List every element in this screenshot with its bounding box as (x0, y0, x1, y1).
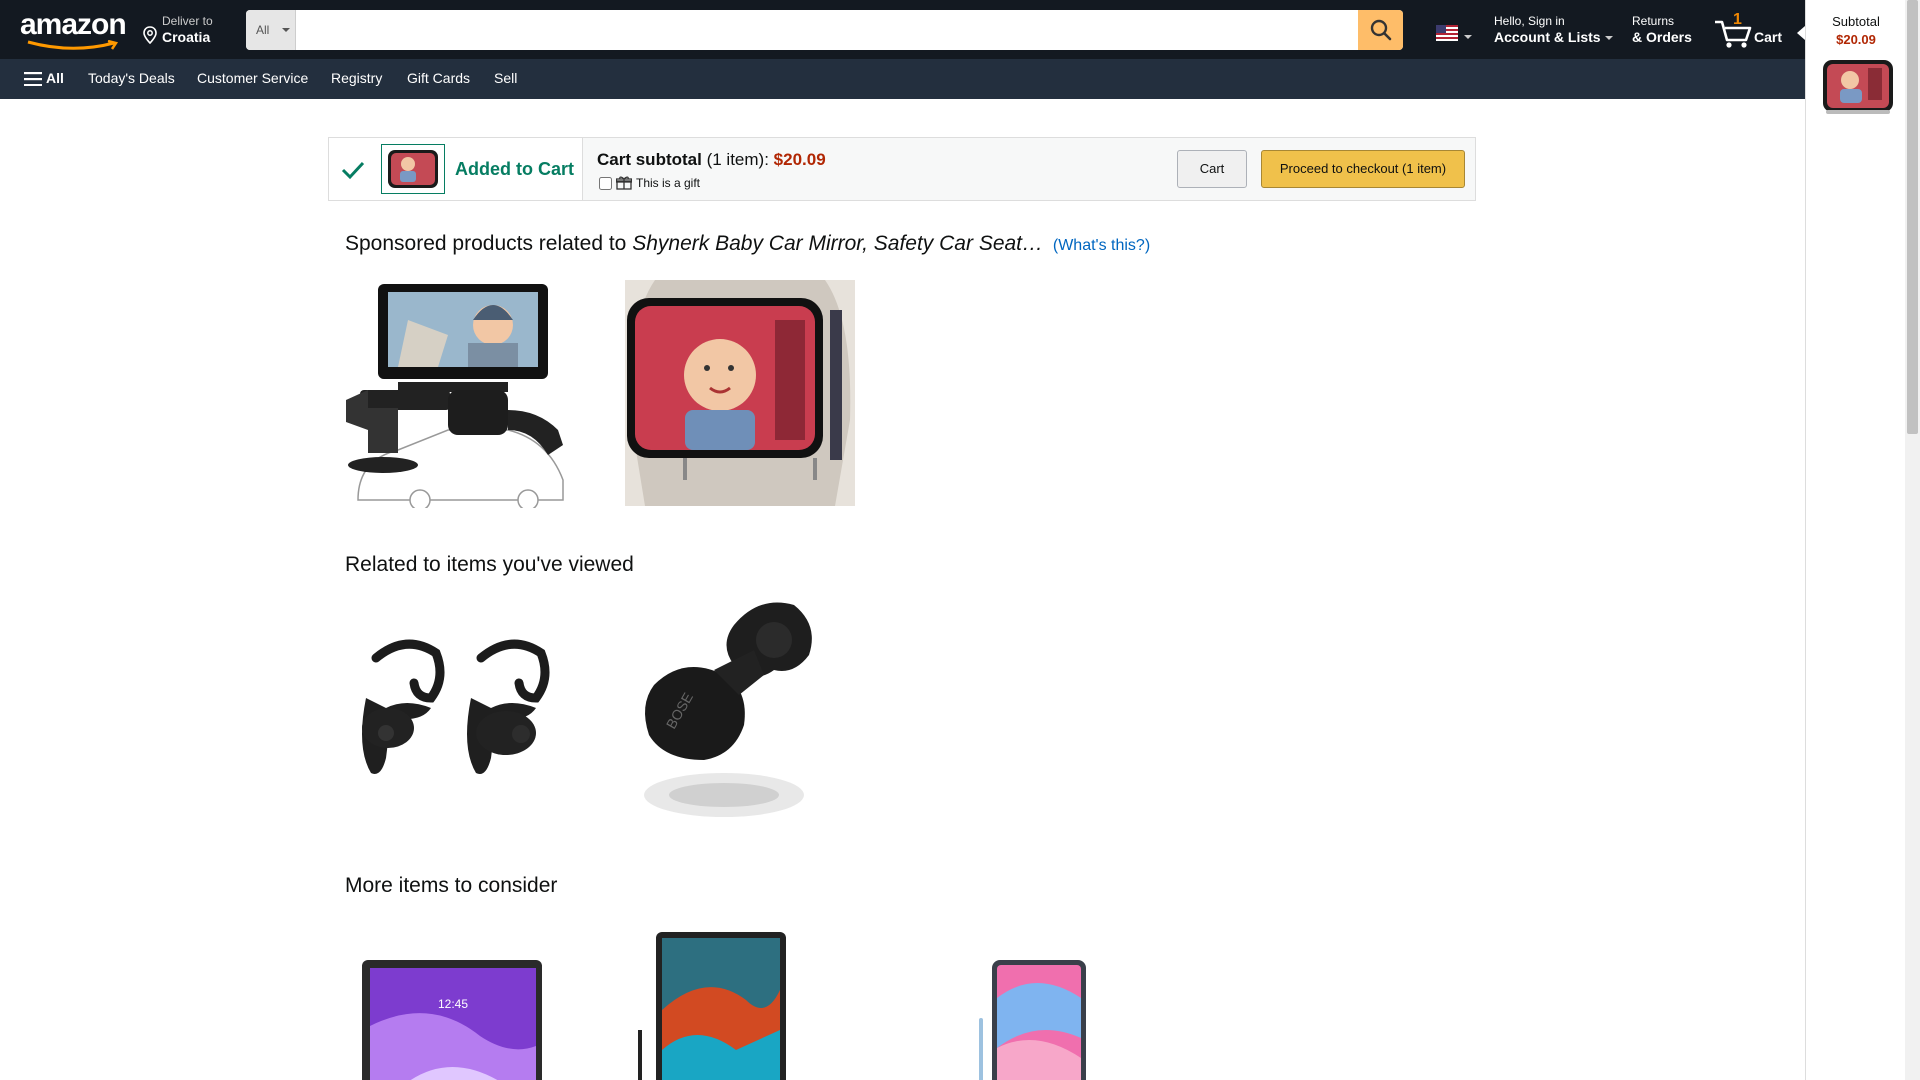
added-confirmation: Added to Cart (329, 138, 583, 200)
search-category-label: All (256, 23, 270, 37)
galaxy-tab-s7-fe-product-image[interactable]: 12:45 (360, 956, 546, 1080)
sponsored-heading: Sponsored products related to Shynerk Ba… (345, 232, 1150, 256)
galaxy-tab-s6-lite-product-image[interactable] (976, 958, 1088, 1080)
location-pin-icon (143, 26, 157, 44)
cart-label: Cart (1754, 29, 1783, 45)
more-items-heading: More items to consider (345, 874, 558, 897)
sponsored-product-name: Shynerk Baby Car Mirror, Safety Car Seat… (632, 232, 1044, 255)
nav-customer-service[interactable]: Customer Service (197, 70, 308, 86)
account-lists-row: Account & Lists (1494, 29, 1613, 45)
backseat-baby-mirror-product-image[interactable] (625, 280, 855, 506)
us-flag-icon[interactable] (1436, 25, 1458, 41)
nav-todays-deals[interactable]: Today's Deals (88, 70, 175, 86)
related-heading: Related to items you've viewed (345, 553, 634, 576)
search-button[interactable] (1358, 10, 1403, 50)
gift-icon (616, 176, 632, 190)
search-bar: All (246, 10, 1403, 50)
smile-arrow-icon (27, 40, 119, 50)
cart-side-panel: Subtotal $20.09 (1805, 0, 1906, 1080)
orders-label: & Orders (1632, 29, 1692, 45)
added-item-thumbnail[interactable] (381, 144, 445, 194)
caret-down-icon (1604, 36, 1613, 41)
search-input[interactable] (297, 10, 1347, 50)
search-icon (1370, 19, 1391, 41)
flyout-pointer (1797, 26, 1805, 40)
deliver-country: Croatia (162, 29, 211, 45)
caret-down-icon (282, 28, 290, 32)
sponsored-prefix: Sponsored products related to (345, 232, 627, 255)
cart-subtotal-label: Cart subtotal (597, 150, 702, 169)
cart-subtotal-price: $20.09 (773, 150, 826, 169)
account-greeting: Hello, Sign in (1494, 14, 1565, 28)
cart-count: 1 (1733, 11, 1742, 28)
cart-link[interactable]: 1 Cart (1712, 11, 1783, 48)
returns-label: Returns (1632, 14, 1675, 28)
added-to-cart-bar: Added to Cart Cart subtotal (1 item): $2… (328, 137, 1476, 201)
account-lists-label: Account & Lists (1494, 29, 1601, 45)
added-to-cart-text: Added to Cart (455, 159, 574, 179)
all-menu-button[interactable]: All (46, 70, 64, 86)
search-category-select[interactable]: All (246, 10, 296, 50)
galaxy-tab-s7-product-image[interactable] (636, 930, 788, 1080)
nav-gift-cards[interactable]: Gift Cards (407, 70, 470, 86)
page-scrollbar[interactable] (1905, 0, 1920, 1080)
whats-this-link[interactable]: (What's this?) (1053, 237, 1150, 254)
cart-button[interactable]: Cart (1177, 150, 1247, 188)
proceed-to-checkout-button[interactable]: Proceed to checkout (1 item) (1261, 150, 1465, 188)
checkmark-icon (341, 161, 365, 180)
logo-text: amazon (20, 8, 127, 41)
gift-label: This is a gift (636, 176, 701, 190)
tablet-clock: 12:45 (438, 997, 468, 1011)
gift-option: This is a gift (599, 176, 700, 190)
nav-sell[interactable]: Sell (494, 70, 517, 86)
side-cart-item-image[interactable] (1820, 56, 1896, 118)
powerbeats-earbuds-product-image[interactable] (346, 638, 556, 778)
side-subtotal-label: Subtotal (1832, 14, 1880, 29)
car-mirror-thumbnail-image (388, 150, 438, 188)
top-nav: amazon Deliver to Croatia All Hello, Sig… (0, 0, 1805, 59)
scrollbar-thumb[interactable] (1907, 0, 1918, 434)
bose-sport-earbuds-product-image[interactable]: BOSE (624, 595, 824, 829)
sub-nav: All Today's Deals Customer Service Regis… (0, 59, 1805, 99)
nav-registry[interactable]: Registry (331, 70, 382, 86)
side-subtotal-value: $20.09 (1836, 32, 1876, 47)
cart-subtotal-line: Cart subtotal (1 item): $20.09 (597, 150, 826, 170)
cart-items-count: (1 item): (706, 150, 769, 169)
monitor-car-mirror-product-image[interactable] (338, 280, 570, 508)
account-lists-menu[interactable]: Hello, Sign in Account & Lists (1494, 14, 1613, 45)
gift-checkbox[interactable] (599, 176, 612, 190)
amazon-logo[interactable]: amazon (20, 8, 127, 50)
returns-orders-link[interactable]: Returns & Orders (1632, 14, 1692, 45)
language-caret-icon[interactable] (1464, 35, 1472, 39)
hamburger-menu-icon[interactable] (24, 72, 42, 86)
deliver-label: Deliver to (162, 14, 213, 28)
